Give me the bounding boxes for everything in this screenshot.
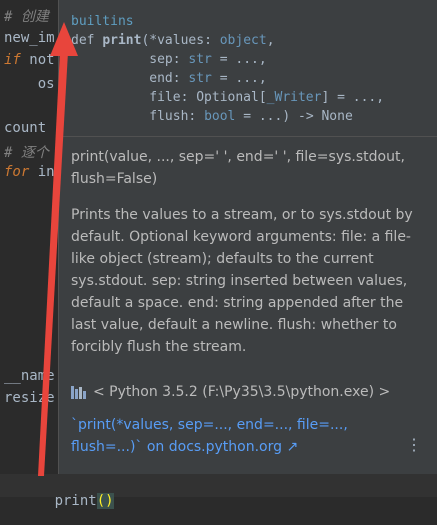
signature-line: file: Optional[_Writer] = ..., <box>71 88 430 107</box>
code-line: __name <box>4 368 55 384</box>
sig-text: (*values: <box>141 33 220 48</box>
code-line: resize <box>4 390 55 406</box>
doc-description: Prints the values to a stream, or to sys… <box>71 207 413 355</box>
more-options-icon[interactable]: ⋮ <box>406 437 422 453</box>
divider <box>59 136 437 137</box>
sdk-label: < Python 3.5.2 (F:\Py35\3.5\python.exe) … <box>93 384 391 400</box>
keyword: for <box>4 164 30 180</box>
signature-line: end: str = ..., <box>71 69 430 88</box>
type-name: object <box>219 33 267 48</box>
library-icon <box>71 385 87 399</box>
signature-block: builtins def print(*values: object, sep:… <box>71 12 430 126</box>
def-keyword: def <box>71 33 103 48</box>
signature-line: sep: str = ..., <box>71 50 430 69</box>
code-line: new_im <box>4 30 55 46</box>
sig-text: = ..., <box>211 52 267 67</box>
sig-text: = ...) -> None <box>235 109 353 124</box>
sig-text: file: Optional[ <box>71 90 267 105</box>
current-line[interactable]: print() <box>0 474 437 509</box>
quick-documentation-popup[interactable]: builtins def print(*values: object, sep:… <box>58 0 437 474</box>
sig-text: flush: <box>71 109 205 124</box>
sig-text: sep: <box>71 52 189 67</box>
code-text: not <box>20 52 55 68</box>
doc-body: print(value, ..., sep=' ', end=' ', file… <box>71 146 426 372</box>
type-name: str <box>188 52 212 67</box>
type-name: bool <box>204 109 236 124</box>
code-line: # 逐个 <box>4 145 49 161</box>
module-name: builtins <box>71 14 134 29</box>
keyword: if <box>4 52 21 68</box>
signature-line: def print(*values: object, <box>71 31 430 50</box>
sig-text: , <box>266 33 275 48</box>
current-code-line[interactable]: print() <box>4 477 114 525</box>
sig-text: end: <box>71 71 189 86</box>
matched-parens[interactable]: () <box>96 493 114 509</box>
function-name: print <box>102 33 142 48</box>
sdk-info: < Python 3.5.2 (F:\Py35\3.5\python.exe) … <box>71 384 390 400</box>
code-line: # 创建 <box>4 9 49 25</box>
sig-text: ] = ..., <box>321 90 385 105</box>
code-text: in <box>29 164 55 180</box>
doc-signature: print(value, ..., sep=' ', end=' ', file… <box>71 149 405 187</box>
code-line: os <box>4 76 55 92</box>
code-line: count <box>4 120 47 136</box>
signature-line: flush: bool = ...) -> None <box>71 107 430 126</box>
code-line: for in <box>4 164 55 180</box>
external-docs-link[interactable]: `print(*values, sep=..., end=..., file=.… <box>71 414 391 458</box>
function-name[interactable]: print <box>55 493 97 509</box>
type-name: _Writer <box>266 90 322 105</box>
code-line: if not <box>4 52 55 68</box>
type-name: str <box>188 71 212 86</box>
sig-text: = ..., <box>211 71 267 86</box>
